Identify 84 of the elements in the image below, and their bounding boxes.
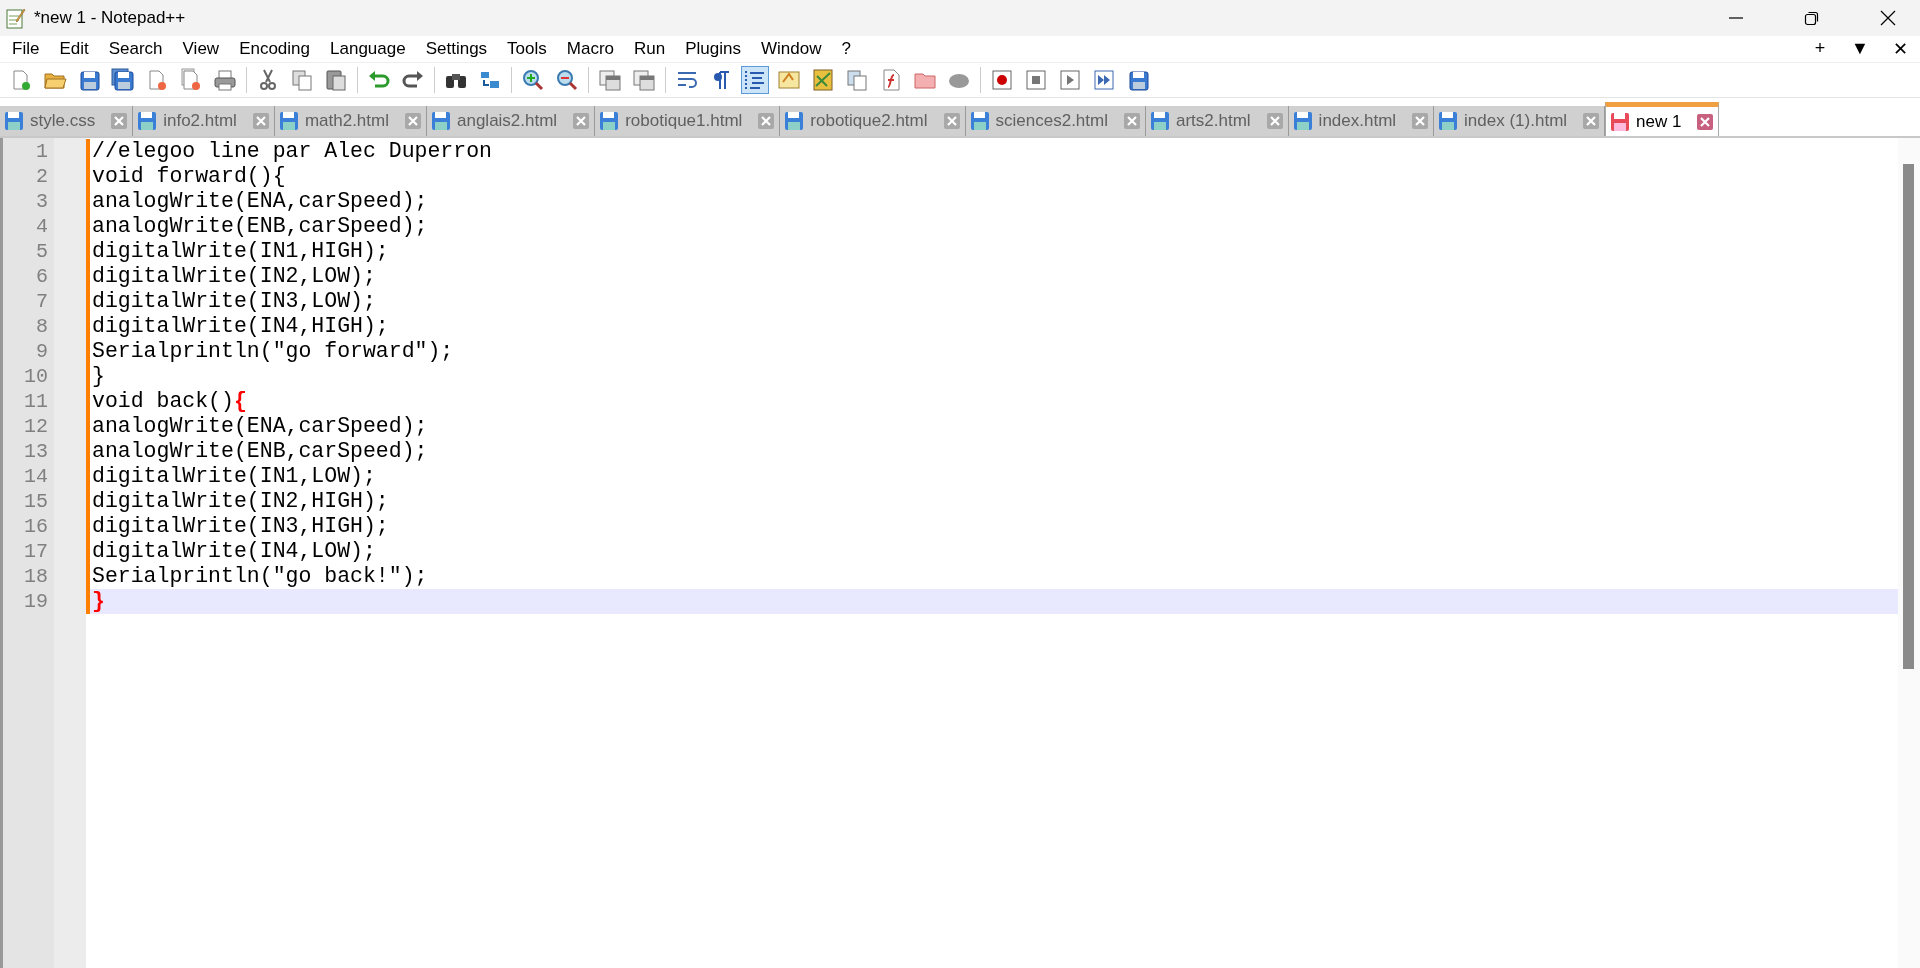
line-number: 3 [35, 189, 49, 214]
menu-item[interactable]: Edit [49, 39, 99, 59]
close-tab-icon[interactable] [1697, 113, 1714, 130]
code-line: analogWrite(ENA,carSpeed); [92, 414, 428, 438]
file-tab[interactable]: style.css [0, 106, 134, 136]
line-number: 15 [23, 489, 49, 514]
file-tab[interactable]: index.html [1288, 106, 1435, 136]
menu-item[interactable]: Language [320, 39, 416, 59]
line-number: 10 [23, 364, 49, 389]
line-number: 4 [35, 214, 49, 239]
vertical-scrollbar[interactable] [1898, 138, 1920, 968]
close-tab-icon[interactable] [1583, 113, 1600, 129]
menu-item[interactable]: View [172, 39, 230, 59]
line-number: 7 [35, 289, 49, 314]
line-number: 12 [23, 414, 49, 439]
file-tab[interactable]: sciences2.html [965, 106, 1146, 136]
menu-item[interactable]: Macro [556, 39, 624, 59]
line-number: 16 [23, 514, 49, 539]
close-tab-icon[interactable] [252, 113, 269, 129]
code-line: Serialprintln("go back!"); [92, 564, 428, 588]
close-tab-icon[interactable] [1412, 113, 1429, 129]
code-line: digitalWrite(IN4,LOW); [92, 539, 376, 563]
code-line: //elegoo line par Alec Duperron [92, 139, 492, 163]
menu-item[interactable]: File [2, 39, 50, 59]
window-title: *new 1 - Notepad++ [34, 8, 186, 28]
code-line: analogWrite(ENA,carSpeed); [92, 189, 428, 213]
line-number: 8 [35, 314, 49, 339]
file-tab[interactable]: index (1).html [1434, 106, 1606, 136]
line-number: 13 [23, 439, 49, 464]
menu-item[interactable]: Plugins [675, 39, 751, 59]
code-line: Serialprintln("go forward"); [92, 339, 454, 363]
line-number: 11 [23, 389, 49, 414]
line-number: 17 [23, 539, 49, 564]
code-line: analogWrite(ENB,carSpeed); [92, 214, 428, 238]
close-tab-icon[interactable] [758, 113, 775, 129]
menu-item[interactable]: Window [750, 39, 832, 59]
line-number: 9 [35, 339, 49, 364]
code-line: void forward(){ [92, 164, 286, 188]
code-line: void back(){ [92, 389, 247, 413]
scrollbar-thumb[interactable] [1903, 164, 1914, 669]
menu-item[interactable]: Search [98, 39, 173, 59]
close-tab-icon[interactable] [111, 113, 128, 129]
file-tab[interactable]: arts2.html [1145, 106, 1289, 136]
line-number: 18 [23, 564, 49, 589]
line-number: 5 [35, 239, 49, 264]
code-line: digitalWrite(IN2,HIGH); [92, 489, 389, 513]
line-number: 6 [35, 264, 49, 289]
file-tab[interactable]: math2.html [274, 106, 427, 136]
code-line: } [92, 589, 105, 613]
close-tab-icon[interactable] [1123, 113, 1140, 129]
menu-item[interactable]: Run [624, 39, 676, 59]
close-icon[interactable] [1879, 9, 1897, 27]
code-line: analogWrite(ENB,carSpeed); [92, 439, 428, 463]
line-number: 14 [23, 464, 49, 489]
restore-icon[interactable] [1803, 9, 1821, 27]
close-tab-button[interactable]: ✕ [1880, 38, 1920, 60]
add-tab-button[interactable]: + [1800, 38, 1840, 60]
notepad-app-icon [6, 7, 26, 29]
file-tab[interactable]: robotique1.html [595, 106, 781, 136]
indent-guide-icon[interactable] [741, 66, 769, 94]
code-line: } [92, 364, 105, 388]
code-line: digitalWrite(IN3,LOW); [92, 289, 376, 313]
file-tab[interactable]: anglais2.html [427, 106, 596, 136]
file-tab[interactable]: info2.html [133, 106, 275, 136]
close-tab-icon[interactable] [573, 113, 590, 129]
menu-item[interactable]: ? [831, 39, 861, 59]
file-tab[interactable]: new 1 [1605, 102, 1720, 136]
menu-item[interactable]: Tools [497, 39, 557, 59]
tab-list-button[interactable]: ▼ [1840, 38, 1880, 60]
code-line: digitalWrite(IN2,LOW); [92, 264, 376, 288]
code-line: digitalWrite(IN1,HIGH); [92, 239, 389, 263]
close-tab-icon[interactable] [405, 113, 421, 129]
close-tab-icon[interactable] [1266, 113, 1283, 129]
file-tab[interactable]: robotique2.html [780, 106, 966, 136]
close-tab-icon[interactable] [943, 113, 960, 129]
line-number: 19 [23, 589, 49, 614]
line-number: 1 [35, 139, 49, 164]
menu-item[interactable]: Settings [415, 39, 498, 59]
code-line: digitalWrite(IN4,HIGH); [92, 314, 389, 338]
line-number: 2 [35, 164, 49, 189]
save-all-icon[interactable] [109, 66, 137, 94]
code-line: digitalWrite(IN1,LOW); [92, 464, 376, 488]
menu-item[interactable]: Encoding [229, 39, 320, 59]
code-line: digitalWrite(IN3,HIGH); [92, 514, 389, 538]
